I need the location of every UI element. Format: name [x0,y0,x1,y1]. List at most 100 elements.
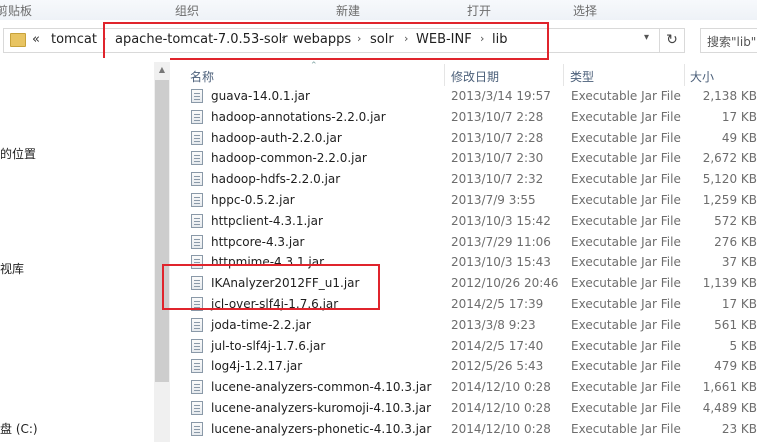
file-row[interactable]: guava-14.0.1.jar 2013/3/14 19:57 Executabl… [188,86,757,107]
file-name: lucene-analyzers-common-4.10.3.jar [211,380,432,395]
file-type: Executable Jar File [571,130,681,145]
file-type: Executable Jar File [571,255,681,270]
column-header-size[interactable]: 大小 [690,68,714,85]
file-size: 4,489 KB [702,400,757,415]
file-date: 2013/10/7 2:32 [451,172,544,187]
file-date: 2012/5/26 5:43 [451,359,544,374]
jar-file-icon [191,172,203,187]
file-size: 49 KB [721,130,757,145]
nav-item-drive-c[interactable]: 盘 (C:) [0,420,38,437]
file-size: 5 KB [729,338,757,353]
file-type: Executable Jar File [571,380,681,395]
file-type: Executable Jar File [571,338,681,353]
breadcrumb-tomcat[interactable]: tomcat [51,32,97,47]
file-date: 2013/10/3 15:42 [451,213,551,228]
file-name: lucene-analyzers-kuromoji-4.10.3.jar [211,400,432,415]
file-row[interactable]: jul-to-slf4j-1.7.6.jar 2014/2/5 17:40 Exec… [188,336,757,357]
column-header-date[interactable]: 修改日期 [451,68,499,85]
file-date: 2014/2/5 17:39 [451,296,544,311]
file-date: 2013/10/7 2:30 [451,151,544,166]
refresh-icon[interactable]: ↻ [660,28,685,53]
file-size: 37 KB [721,255,757,270]
file-row[interactable]: httpclient-4.3.1.jar 2013/10/3 15:42 Execu… [188,211,757,232]
file-size: 1,661 KB [702,380,757,395]
file-date: 2013/10/7 2:28 [451,109,544,124]
ribbon-open[interactable]: 打开 [467,2,491,19]
nav-item-location[interactable]: 的位置 [0,145,36,162]
nav-item-library[interactable]: 视库 [0,260,24,277]
file-type: Executable Jar File [571,421,681,436]
ribbon-clipboard[interactable]: 剪贴板 [0,2,32,19]
file-type: Executable Jar File [571,213,681,228]
file-type: Executable Jar File [571,400,681,415]
file-name: log4j-1.2.17.jar [211,359,303,374]
file-size: 1,139 KB [702,276,757,291]
file-size: 561 KB [714,317,757,332]
file-name: hadoop-hdfs-2.2.0.jar [211,172,341,187]
file-size: 23 KB [721,421,757,436]
file-size: 572 KB [714,213,757,228]
jar-file-icon [191,109,203,124]
ribbon-labels: 剪贴板 组织 新建 打开 选择 [0,0,757,21]
file-name: hadoop-auth-2.2.0.jar [211,130,342,145]
file-date: 2012/10/26 20:46 [451,276,559,291]
file-date: 2013/3/8 9:23 [451,317,536,332]
file-row[interactable]: lucene-analyzers-kuromoji-4.10.3.jar 2014… [188,398,757,419]
ribbon-new[interactable]: 新建 [336,2,360,19]
file-date: 2013/3/14 19:57 [451,89,551,103]
file-row[interactable]: joda-time-2.2.jar 2013/3/8 9:23 Executable… [188,315,757,336]
column-header-name[interactable]: 名称 [190,68,214,85]
jar-file-icon [191,400,203,415]
file-name: guava-14.0.1.jar [211,89,310,103]
file-type: Executable Jar File [571,192,681,207]
file-row[interactable]: hppc-0.5.2.jar 2013/7/9 3:55 Executable Ja… [188,190,757,211]
ribbon-select[interactable]: 选择 [573,2,597,19]
jar-file-icon [191,234,203,249]
column-headers: ⌃ 名称 修改日期 类型 大小 [170,61,757,86]
jar-file-icon [191,192,203,207]
jar-file-icon [191,89,203,103]
file-date: 2013/7/29 11:06 [451,234,551,249]
jar-file-icon [191,421,203,436]
file-date: 2013/10/7 2:28 [451,130,544,145]
file-type: Executable Jar File [571,276,681,291]
file-row[interactable]: lucene-analyzers-phonetic-4.10.3.jar 2014… [188,419,757,440]
file-row[interactable]: hadoop-auth-2.2.0.jar 2013/10/7 2:28 Execu… [188,128,757,149]
search-input[interactable]: 搜索"lib" [700,28,757,53]
file-date: 2014/12/10 0:28 [451,421,551,436]
highlight-box-ikanalyzer [162,264,380,310]
folder-icon [10,33,26,47]
column-divider[interactable] [563,64,564,86]
file-date: 2013/10/3 15:43 [451,255,551,270]
column-divider[interactable] [684,64,685,86]
file-row[interactable]: lucene-analyzers-common-4.10.3.jar 2014/1… [188,377,757,398]
file-row[interactable]: hadoop-annotations-2.2.0.jar 2013/10/7 2:… [188,107,757,128]
ribbon-organize[interactable]: 组织 [175,2,199,19]
nav-scrollbar-thumb[interactable] [155,80,169,382]
overflow-chevron-icon[interactable]: « [32,32,40,47]
file-date: 2013/7/9 3:55 [451,192,536,207]
file-row[interactable]: hadoop-hdfs-2.2.0.jar 2013/10/7 2:32 Execu… [188,169,757,190]
jar-file-icon [191,380,203,395]
file-list: guava-14.0.1.jar 2013/3/14 19:57 Executabl… [188,86,757,440]
file-size: 479 KB [714,359,757,374]
jar-file-icon [191,213,203,228]
file-name: hadoop-annotations-2.2.0.jar [211,109,386,124]
file-size: 2,138 KB [702,89,757,103]
file-date: 2014/12/10 0:28 [451,400,551,415]
column-header-type[interactable]: 类型 [570,68,594,85]
scroll-up-icon[interactable]: ▲ [154,62,170,78]
column-divider[interactable] [444,64,445,86]
file-date: 2014/12/10 0:28 [451,380,551,395]
file-name: hppc-0.5.2.jar [211,192,295,207]
file-name: httpcore-4.3.jar [211,234,305,249]
address-dropdown-icon[interactable]: ▾ [644,32,649,43]
file-row[interactable]: log4j-1.2.17.jar 2012/5/26 5:43 Executable… [188,356,757,377]
jar-file-icon [191,130,203,145]
file-row[interactable]: hadoop-common-2.2.0.jar 2013/10/7 2:30 Exe… [188,148,757,169]
file-row[interactable]: httpcore-4.3.jar 2013/7/29 11:06 Executabl… [188,232,757,253]
file-type: Executable Jar File [571,172,681,187]
file-type: Executable Jar File [571,151,681,166]
file-name: jul-to-slf4j-1.7.6.jar [211,338,326,353]
search-placeholder: 搜索"lib" [707,35,757,49]
